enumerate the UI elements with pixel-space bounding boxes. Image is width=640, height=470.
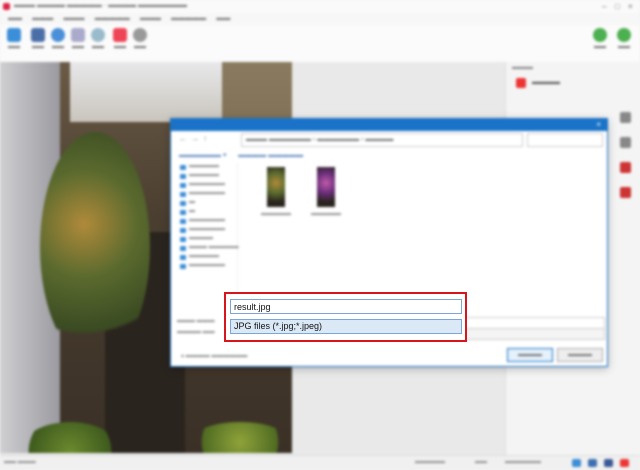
tool-label: ▬▬▬▬ — [532, 79, 560, 86]
folder-icon — [7, 28, 21, 42]
status-icon[interactable] — [620, 459, 629, 467]
save-icon — [31, 28, 45, 42]
tool-icon[interactable] — [620, 187, 631, 198]
minimize-button[interactable]: – — [602, 2, 606, 11]
tree-item[interactable]: ▬ — [177, 208, 237, 217]
forward-icon[interactable]: → — [191, 134, 200, 143]
file-name-input[interactable] — [230, 299, 462, 314]
status-icon[interactable] — [604, 459, 613, 467]
menu-item[interactable]: ▬▬▬ — [140, 13, 161, 25]
zoom-percent: ▬▬ — [475, 459, 487, 465]
zoom-readout: ▬▬▬▬▬ — [415, 459, 445, 465]
image-size: ▬▬▬▬▬▬ — [505, 459, 541, 465]
gear-icon — [133, 28, 147, 42]
file-thumbnail-label: ▬▬▬▬▬ — [261, 211, 291, 217]
status-icon[interactable] — [572, 459, 581, 467]
tree-item[interactable]: ▬▬▬▬▬▬ — [177, 217, 237, 226]
file-type-select[interactable]: JPG files (*.jpg;*.jpeg) — [230, 319, 462, 334]
tree-item[interactable]: ▬▬▬▬▬ — [177, 253, 237, 262]
menu-item[interactable]: ▬▬▬▬▬ — [95, 13, 130, 25]
open-button[interactable]: ▬▬ — [2, 28, 26, 50]
menu-item[interactable]: ▬▬▬ — [63, 13, 84, 25]
status-icon[interactable] — [588, 459, 597, 467]
tree-item[interactable]: ▬ — [177, 199, 237, 208]
address-bar[interactable]: ▬▬▬ ▬▬▬▬▬▬ › ▬▬▬▬▬▬ › ▬▬▬▬ — [241, 133, 523, 147]
dialog-save-button[interactable]: ▬▬▬▬ — [507, 348, 553, 362]
highlight-box: JPG files (*.jpg;*.jpeg) — [224, 292, 467, 342]
help-button[interactable]: ▬▬ — [86, 28, 110, 50]
eraser-tool-icon[interactable] — [516, 78, 526, 88]
file-name-label: ▬▬▬ ▬▬▬ — [177, 318, 215, 324]
tool-icon[interactable] — [620, 137, 631, 148]
next-icon — [617, 28, 631, 42]
up-icon[interactable]: ↑ — [203, 134, 212, 143]
back-icon[interactable]: ← — [179, 134, 188, 143]
tree-item[interactable]: ▬▬▬▬▬ — [177, 163, 237, 172]
navigation-tree: ▬▬▬▬▬ ▬▬▬▬▬ ▬▬▬▬▬▬ ▬▬▬▬▬▬ ▬ ▬ ▬▬▬▬▬▬ ▬▬▬… — [177, 163, 239, 305]
tree-item[interactable]: ▬▬▬▬▬ — [177, 172, 237, 181]
menu-item[interactable]: ▬▬ — [8, 13, 22, 25]
batch-icon — [71, 28, 85, 42]
tree-item[interactable]: ▬▬▬▬ — [177, 235, 237, 244]
menu-item[interactable]: ▬▬ — [216, 13, 230, 25]
dialog-title-bar: × — [171, 119, 607, 131]
dialog-cancel-button[interactable]: ▬▬▬▬ — [557, 348, 603, 362]
brush-icon — [113, 28, 127, 42]
status-bar: ▬▬ ▬▬▬ ▬▬▬▬▬ ▬▬ ▬▬▬▬▬▬ — [0, 455, 640, 470]
file-thumbnail[interactable] — [311, 167, 341, 207]
help-icon — [91, 28, 105, 42]
file-thumbnail-label: ▬▬▬▬▬ — [311, 211, 341, 217]
save-as-type-label: ▬▬▬▬ ▬▬ — [177, 329, 215, 335]
menu-item[interactable]: ▬▬▬ — [32, 13, 53, 25]
panel-header: ▬▬▬ — [512, 64, 533, 71]
play-icon — [593, 28, 607, 42]
organize-menu[interactable]: ▬▬▬▬▬▬ ▾ ▬▬▬▬ ▬▬▬▬▬ — [179, 151, 303, 159]
app-logo-icon — [3, 3, 10, 10]
dialog-close-icon[interactable]: × — [596, 120, 601, 129]
settings-button[interactable]: ▬▬ — [128, 28, 152, 50]
tool-icon[interactable] — [620, 112, 631, 123]
status-text: ▬▬ ▬▬▬ — [4, 459, 36, 465]
tree-item[interactable]: ▬▬▬ ▬▬▬▬▬ — [177, 244, 239, 253]
tree-item[interactable]: ▬▬▬▬▬▬ — [177, 190, 237, 199]
tree-item[interactable]: ▬▬▬▬▬▬ — [177, 226, 237, 235]
tool-icon[interactable] — [620, 162, 631, 173]
hide-folders-toggle[interactable]: ▴ ▬▬▬▬ ▬▬▬▬▬▬ — [181, 352, 247, 359]
tree-item[interactable]: ▬▬▬▬▬▬ — [177, 262, 237, 271]
window-title: ▬▬▬ ▬▬▬▬ ▬▬▬▬▬ · ▬▬▬▬ ▬▬▬▬▬▬▬ — [14, 2, 188, 9]
toolbar-ribbon: ▬▬ ▬▬ ▬▬ ▬▬ ▬▬ ▬▬ ▬▬ ▬▬ ▬▬ — [0, 25, 640, 63]
file-thumbnail[interactable] — [261, 167, 291, 207]
title-bar: ▬▬▬ ▬▬▬▬ ▬▬▬▬▬ · ▬▬▬▬ ▬▬▬▬▬▬▬ – □ × — [0, 0, 640, 13]
search-box[interactable] — [527, 133, 603, 147]
maximize-button[interactable]: □ — [615, 2, 620, 11]
menu-bar: ▬▬ ▬▬▬ ▬▬▬ ▬▬▬▬▬ ▬▬▬ ▬▬▬▬▬ ▬▬ — [0, 13, 640, 25]
menu-item[interactable]: ▬▬▬▬▬ — [171, 13, 206, 25]
preview-button[interactable]: ▬▬ — [588, 28, 612, 50]
close-window-button[interactable]: × — [628, 2, 633, 11]
run-button[interactable]: ▬▬ — [612, 28, 636, 50]
globe-icon — [51, 28, 65, 42]
tree-item[interactable]: ▬▬▬▬▬▬ — [177, 181, 237, 190]
